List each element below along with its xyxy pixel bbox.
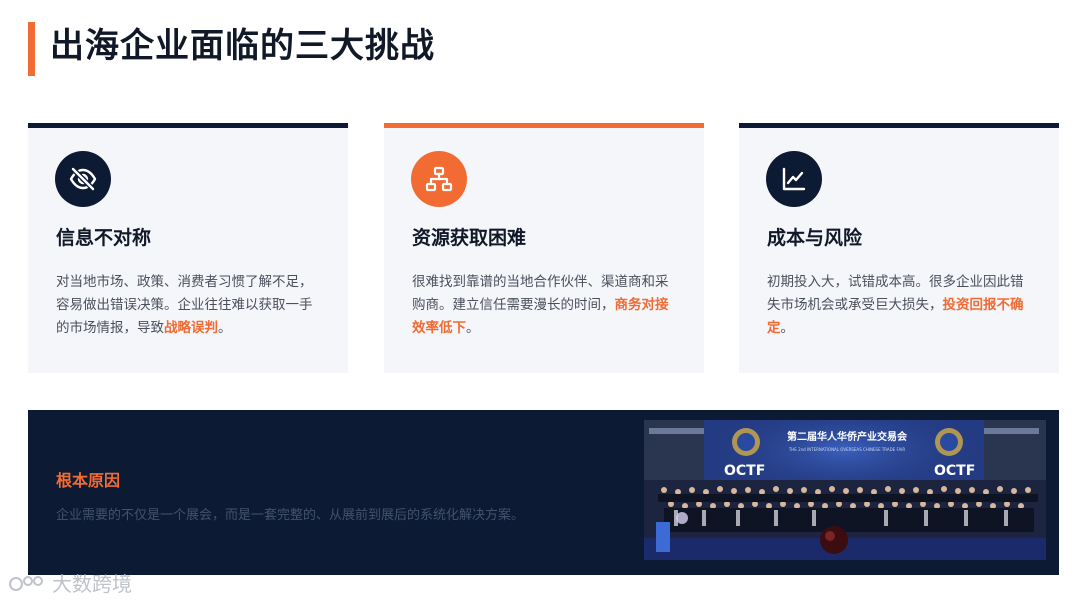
page-title: 出海企业面临的三大挑战 xyxy=(50,26,435,66)
watermark-text: 大数跨境 xyxy=(52,572,132,596)
watermark: 大数跨境 xyxy=(8,568,132,597)
card-top-border xyxy=(739,123,1059,128)
card-description: 很难找到靠谱的当地合作伙伴、渠道商和采购商。建立信任需要漫长的时间，商务对接效率… xyxy=(412,274,669,336)
card-highlight: 战略误判 xyxy=(164,320,218,336)
root-cause-text: 企业需要的不仅是一个展会，而是一套完整的、从展前到展后的系统化解决方案。 xyxy=(56,508,525,523)
card-title: 资源获取困难 xyxy=(412,227,527,249)
banner-title: 第二届华人华侨产业交易会 xyxy=(787,430,907,443)
network-icon xyxy=(411,151,467,207)
eye-slash-icon xyxy=(55,151,111,207)
logo-right: OCTF xyxy=(934,463,975,479)
root-cause-title: 根本原因 xyxy=(56,471,121,490)
card-description: 初期投入大，试错成本高。很多企业因此错失市场机会或承受巨大损失，投资回报不确定。 xyxy=(767,274,1024,336)
banner-subtitle: THE 2nd INTERNATIONAL OVERSEAS CHINESE T… xyxy=(788,447,906,452)
card-top-border xyxy=(28,123,348,128)
card-description: 对当地市场、政策、消费者习惯了解不足，容易做出错误决策。企业往往难以获取一手的市… xyxy=(56,274,313,336)
logo-left: OCTF xyxy=(724,463,765,479)
card-title: 成本与风险 xyxy=(767,227,863,249)
watermark-logo-icon xyxy=(9,575,43,591)
challenge-card-information: 信息不对称 对当地市场、政策、消费者习惯了解不足，容易做出错误决策。企业往往难以… xyxy=(28,123,348,373)
line-chart-icon xyxy=(766,151,822,207)
trade-fair-photo: 第二届华人华侨产业交易会 THE 2nd INTERNATIONAL OVERS… xyxy=(644,420,1046,560)
root-cause-panel: 根本原因 企业需要的不仅是一个展会，而是一套完整的、从展前到展后的系统化解决方案… xyxy=(28,410,1059,575)
title-accent-bar xyxy=(28,22,35,76)
challenge-card-cost-risk: 成本与风险 初期投入大，试错成本高。很多企业因此错失市场机会或承受巨大损失，投资… xyxy=(739,123,1059,373)
card-title: 信息不对称 xyxy=(56,227,152,249)
card-top-border xyxy=(384,123,704,128)
challenge-card-resources: 资源获取困难 很难找到靠谱的当地合作伙伴、渠道商和采购商。建立信任需要漫长的时间… xyxy=(384,123,704,373)
